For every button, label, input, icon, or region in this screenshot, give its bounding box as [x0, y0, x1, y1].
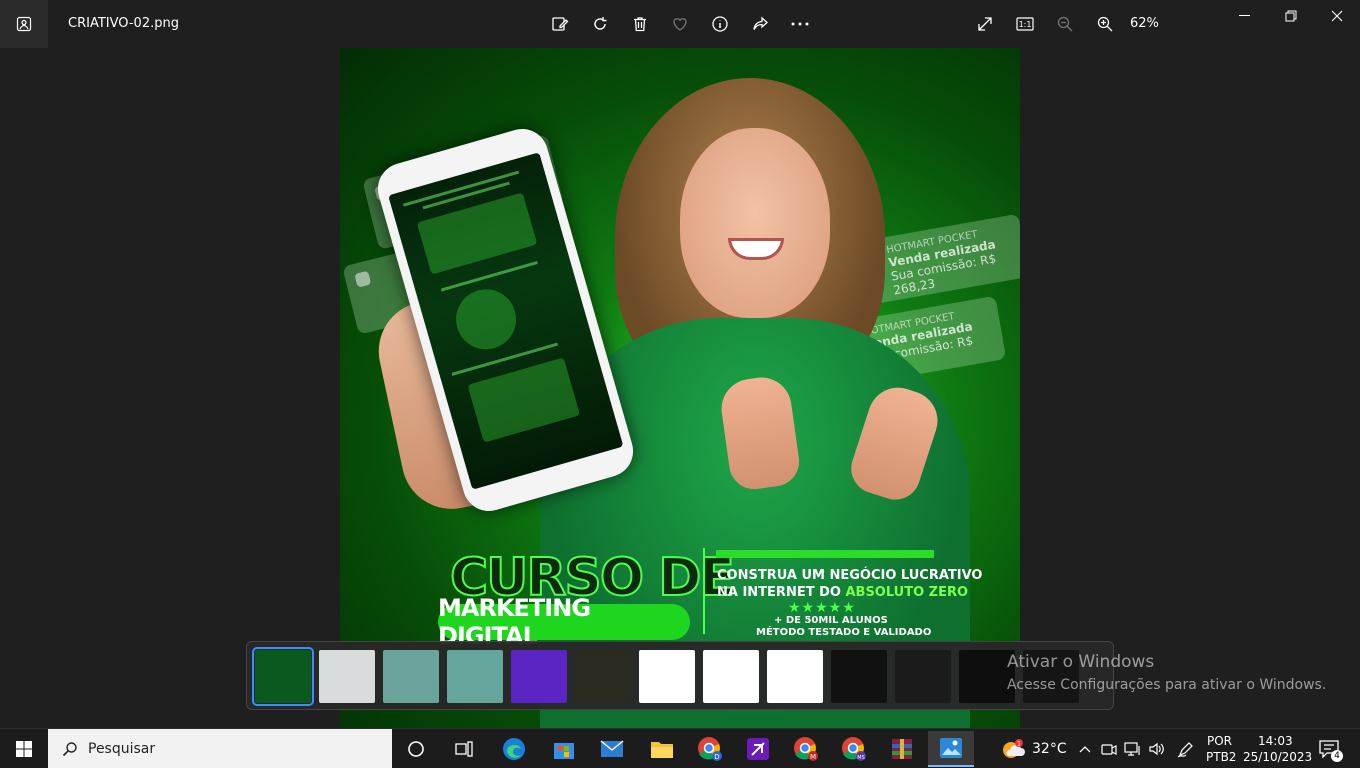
weather-temperature[interactable]: 32°C — [1032, 741, 1067, 757]
accent-bar — [716, 550, 934, 558]
minimize-icon[interactable] — [1222, 4, 1268, 28]
chrome-m-icon[interactable]: M — [790, 733, 822, 765]
zoom-level[interactable]: 62% — [1130, 16, 1159, 31]
close-icon[interactable] — [1314, 4, 1360, 28]
file-explorer-icon[interactable] — [646, 733, 678, 765]
method-text: MÉTODO TESTADO E VALIDADO — [756, 627, 932, 638]
actual-size-icon[interactable]: 1:1 — [1013, 12, 1037, 36]
cortana-icon[interactable] — [400, 733, 432, 765]
store-icon[interactable] — [548, 733, 580, 765]
language-code[interactable]: POR — [1207, 734, 1232, 748]
chrome-ms-icon[interactable]: MS — [838, 733, 870, 765]
title-bar: CRIATIVO-02.png 1:1 62% — [0, 0, 1360, 48]
mail-icon[interactable] — [596, 733, 628, 765]
volume-icon[interactable] — [1148, 733, 1166, 765]
filmstrip-thumbnail-atencao-filiados[interactable] — [511, 650, 567, 703]
filmstrip-thumbnail-hearts-2[interactable] — [703, 650, 759, 703]
meet-now-icon[interactable] — [1100, 733, 1118, 765]
keyboard-layout[interactable]: PTB2 — [1206, 750, 1236, 764]
svg-text:MS: MS — [857, 755, 865, 761]
purple-app-icon[interactable] — [742, 733, 774, 765]
displayed-image[interactable]: HOTMART POCKET Venda realizada Sua comis… — [340, 48, 1020, 728]
zoom-in-icon[interactable] — [1093, 12, 1117, 36]
fullscreen-icon[interactable] — [973, 12, 997, 36]
rating-stars: ★★★★★ — [788, 600, 856, 616]
trash-icon[interactable] — [628, 12, 652, 36]
tagline-line-1: CONSTRUA UM NEGÓCIO LUCRATIVO — [717, 568, 983, 583]
tagline-highlight: ABSOLUTO ZERO — [845, 585, 969, 600]
photos-icon[interactable] — [0, 0, 48, 48]
headline-divider — [703, 548, 705, 634]
file-name: CRIATIVO-02.png — [68, 16, 179, 31]
filmstrip — [246, 641, 1114, 710]
filmstrip-thumbnail-hearts-1[interactable] — [639, 650, 695, 703]
maximize-icon[interactable] — [1268, 4, 1314, 28]
headline-marketing-digital: MARKETING DIGITAL — [438, 594, 690, 650]
windows-start-icon[interactable] — [0, 729, 48, 768]
zoom-out-icon[interactable] — [1053, 12, 1077, 36]
filmstrip-thumbnail-quote-amor[interactable] — [831, 650, 887, 703]
svg-text:1:1: 1:1 — [1019, 20, 1032, 29]
weather-icon[interactable]: 1 — [998, 733, 1028, 765]
taskbar-search-box[interactable]: Pesquisar — [48, 729, 392, 768]
task-view-icon[interactable] — [448, 733, 480, 765]
search-placeholder: Pesquisar — [88, 741, 156, 757]
svg-text:D: D — [714, 753, 719, 761]
network-icon[interactable] — [1124, 733, 1142, 765]
photos-taskbar-icon[interactable] — [928, 731, 974, 767]
filmstrip-thumbnail-zucu-senna-1[interactable] — [319, 650, 375, 703]
edge-icon[interactable] — [498, 733, 530, 765]
filmstrip-thumbnail-dark-poster[interactable] — [575, 650, 631, 703]
pen-icon[interactable] — [1176, 733, 1196, 765]
students-count: + DE 50MIL ALUNOS — [774, 615, 888, 626]
activation-watermark-title: Ativar o Windows — [1007, 652, 1155, 672]
tagline-line-2: NA INTERNET DO ABSOLUTO ZERO — [717, 585, 968, 600]
share-icon[interactable] — [748, 12, 772, 36]
svg-text:M: M — [810, 753, 816, 761]
tagline-prefix: NA INTERNET DO — [717, 585, 846, 600]
filmstrip-thumbnail-hearts-3[interactable] — [767, 650, 823, 703]
clock-date[interactable]: 25/10/2023 — [1243, 750, 1312, 764]
heart-icon[interactable] — [668, 12, 692, 36]
filmstrip-thumbnail-criativo-02[interactable] — [252, 647, 314, 706]
clock-time[interactable]: 14:03 — [1258, 734, 1293, 748]
taskbar: Pesquisar D M MS 1 32°C POR PTB2 14:03 2… — [0, 728, 1360, 768]
filmstrip-thumbnail-zucu-senna-3[interactable] — [447, 650, 503, 703]
woman-face — [680, 128, 830, 318]
rotate-icon[interactable] — [588, 12, 612, 36]
photos-app-window: CRIATIVO-02.png 1:1 62% HOTMART POCKET V… — [0, 0, 1360, 768]
activation-watermark-text: Acesse Configurações para ativar o Windo… — [1007, 677, 1327, 693]
edit-image-icon[interactable] — [548, 12, 572, 36]
filmstrip-thumbnail-quote-dark[interactable] — [895, 650, 951, 703]
winrar-icon[interactable] — [886, 733, 918, 765]
filmstrip-thumbnail-zucu-senna-2[interactable] — [383, 650, 439, 703]
chevron-up-icon[interactable] — [1076, 733, 1094, 765]
chrome-d-icon[interactable]: D — [694, 733, 726, 765]
notification-count-badge: 4 — [1331, 750, 1343, 762]
svg-text:1: 1 — [1017, 741, 1021, 748]
info-icon[interactable] — [708, 12, 732, 36]
more-icon[interactable] — [788, 12, 812, 36]
search-icon — [62, 742, 77, 757]
